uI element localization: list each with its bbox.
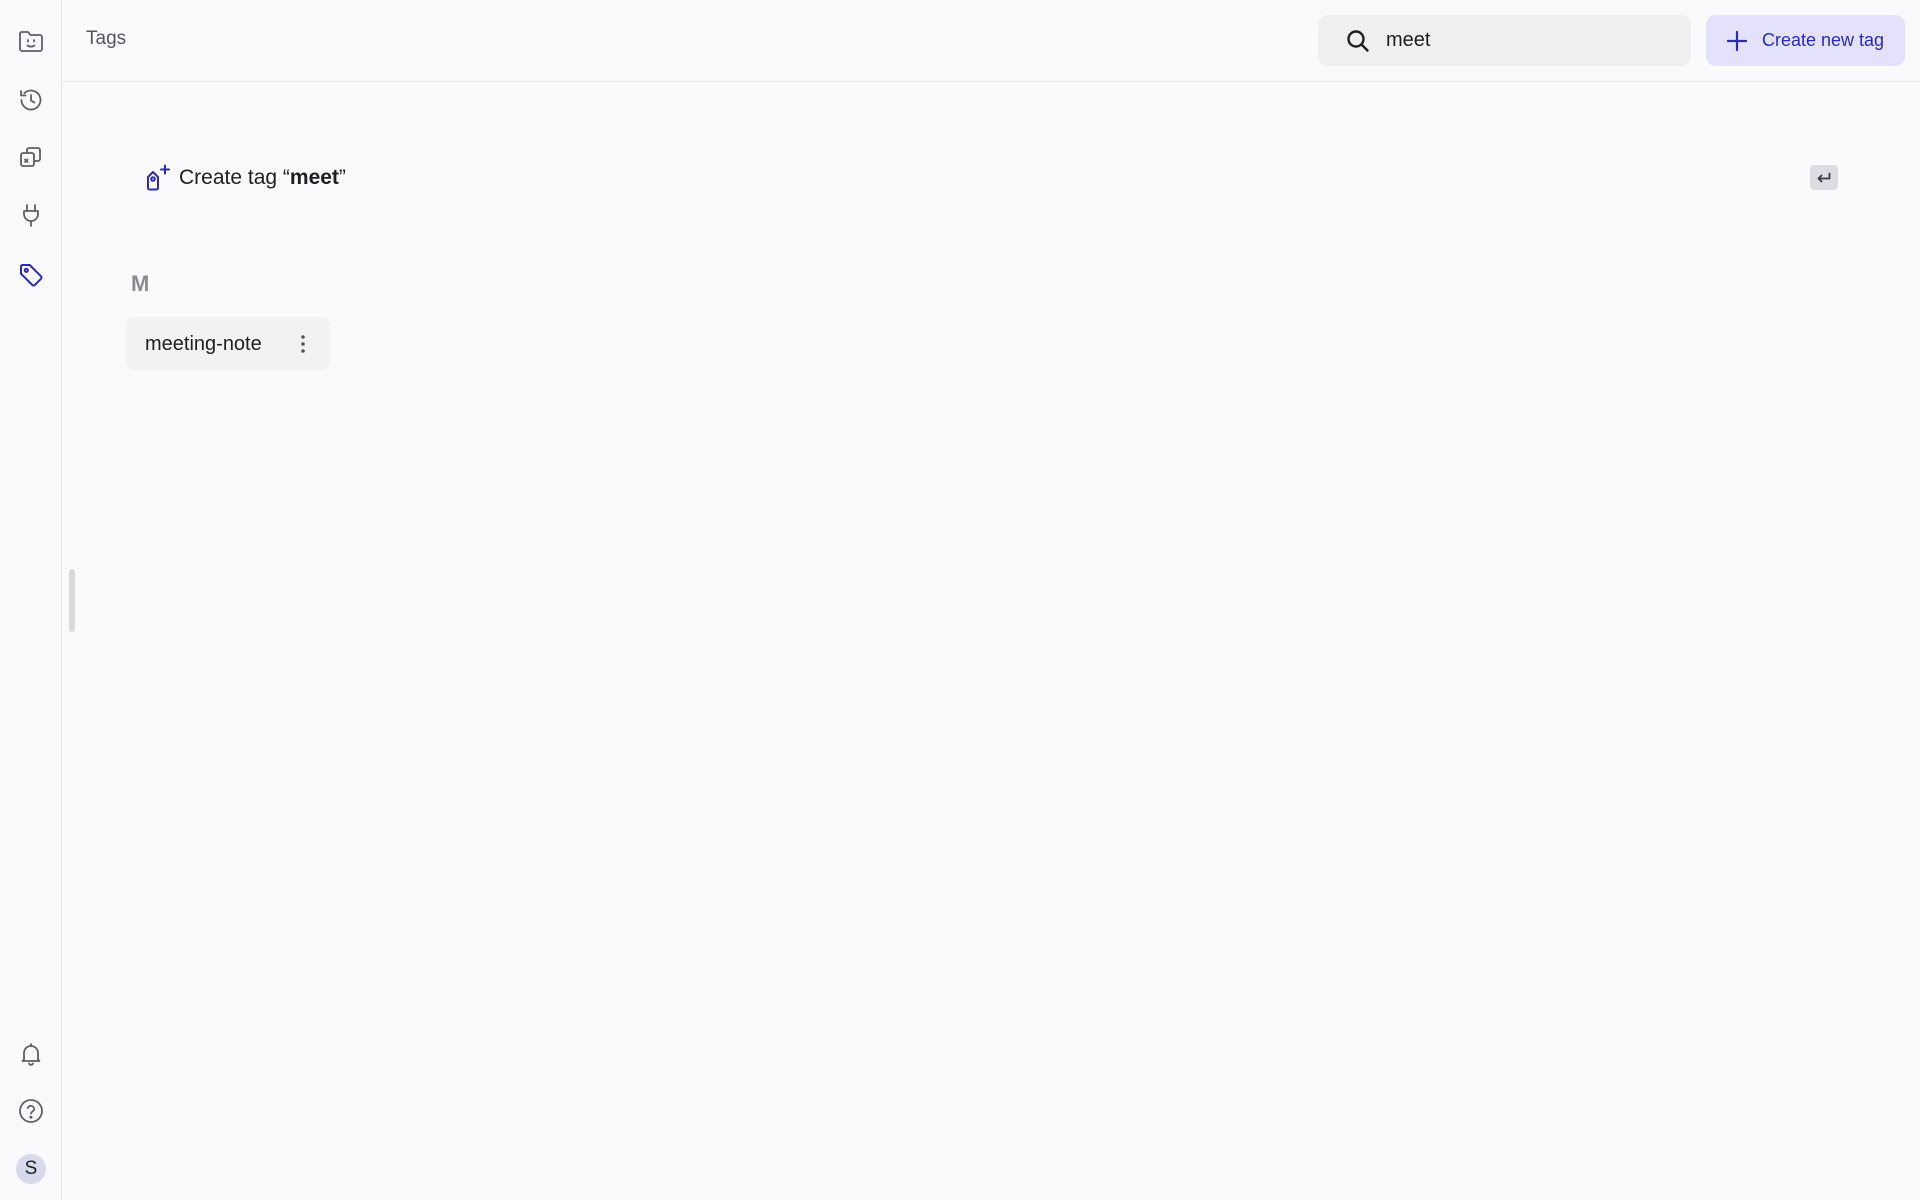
history-button[interactable] [9,78,53,122]
smiley-folder-icon [19,31,43,52]
copies-button[interactable] [9,135,53,179]
home-button[interactable] [9,19,53,63]
more-vertical-icon [301,335,305,353]
history-icon [20,89,42,111]
create-tag-suffix: ” [338,166,346,189]
help-button[interactable] [9,1089,53,1133]
top-bar: Tags Create new tag [63,0,1920,82]
search-icon [1347,30,1369,52]
notifications-button[interactable] [9,1032,53,1076]
create-tag-suggestion[interactable]: Create tag “meet” [126,148,1840,208]
plus-icon [1726,30,1748,51]
enter-key-icon [1817,172,1831,182]
avatar: S [16,1154,46,1184]
integrations-button[interactable] [9,193,53,237]
tags-button[interactable] [9,253,53,297]
create-tag-text: Create tag “meet” [179,166,346,190]
tag-item-meeting-note[interactable]: meeting-note [126,317,330,370]
tag-item-label: meeting-note [145,333,262,355]
create-tag-query: meet [289,166,339,189]
help-circle-icon [19,1099,43,1123]
create-new-tag-button[interactable]: Create new tag [1706,15,1905,66]
tag-group-letter: M [131,271,150,296]
plug-icon [23,204,39,227]
create-new-tag-label: Create new tag [1762,30,1885,50]
account-button[interactable]: S [9,1147,53,1191]
create-tag-prefix: Create tag “ [179,166,290,189]
sidebar: S [0,0,62,1200]
sidebar-resize-handle[interactable] [69,569,75,632]
copy-icon [20,147,41,167]
tag-icon [20,264,43,287]
search-input[interactable] [1386,15,1676,66]
bell-icon [21,1043,41,1066]
enter-key-badge [1810,165,1838,190]
page-title: Tags [86,28,127,49]
tag-plus-icon [147,164,170,191]
search-box[interactable] [1318,15,1691,66]
tag-more-button[interactable] [288,329,318,359]
